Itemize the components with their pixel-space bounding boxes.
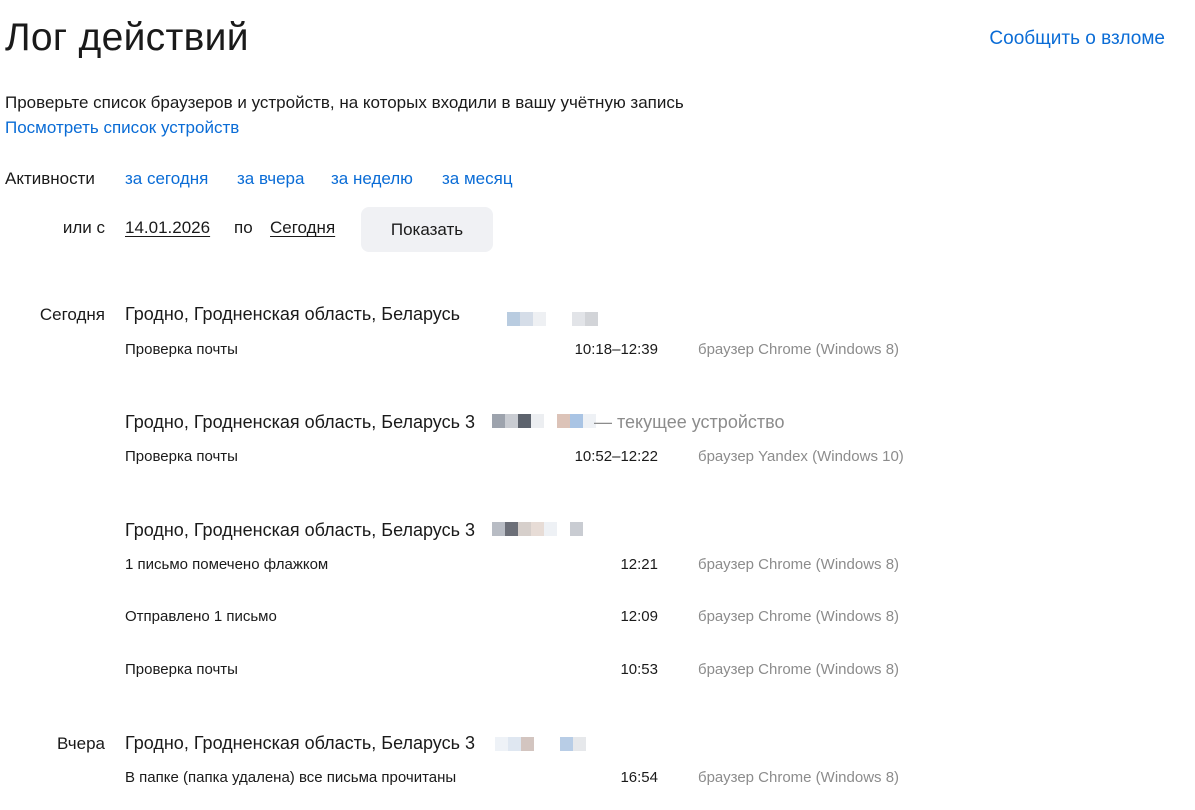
log-group-location: Гродно, Гродненская область, Беларусь 3 [125, 412, 475, 432]
report-hack-link[interactable]: Сообщить о взломе [989, 28, 1165, 50]
log-entry-action: Проверка почты [125, 661, 238, 678]
period-today-link[interactable]: за сегодня [125, 169, 208, 189]
masked-ip [492, 414, 596, 428]
activity-label: Активности [5, 169, 95, 188]
log-entry-browser: браузер Chrome (Windows 8) [698, 608, 900, 625]
log-entry-time: 10:18–12:39 [574, 341, 658, 358]
log-entry-browser: браузер Chrome (Windows 8) [698, 661, 900, 678]
current-device-label: — текущее устройство [594, 412, 785, 432]
log-group-location: Гродно, Гродненская область, Беларусь 3 [125, 520, 475, 540]
date-from-picker[interactable]: 14.01.2026 [125, 218, 210, 238]
log-entry-action: 1 письмо помечено флажком [125, 556, 329, 573]
log-entry-action: Отправлено 1 письмо [125, 608, 277, 625]
log-entry-browser: браузер Chrome (Windows 8) [698, 769, 900, 786]
show-button[interactable]: Показать [361, 207, 493, 252]
date-to-label: по [234, 218, 253, 237]
view-devices-link[interactable]: Посмотреть список устройств [5, 118, 239, 138]
day-label-today: Сегодня [39, 305, 105, 324]
log-entry-time: 16:54 [620, 769, 658, 786]
log-entry-time: 10:53 [620, 661, 658, 678]
masked-ip [492, 522, 583, 536]
masked-ip [495, 737, 586, 751]
log-entry-browser: браузер Yandex (Windows 10) [698, 448, 904, 465]
log-entry-action: Проверка почты [125, 448, 238, 465]
log-group-location: Гродно, Гродненская область, Беларусь [125, 304, 460, 324]
period-week-link[interactable]: за неделю [331, 169, 413, 189]
activity-log-page: Лог действий Сообщить о взломе Проверьте… [0, 0, 1195, 810]
page-title: Лог действий [5, 16, 249, 59]
log-entry-time: 12:09 [620, 608, 658, 625]
log-entry-time: 10:52–12:22 [574, 448, 658, 465]
log-group-location: Гродно, Гродненская область, Беларусь 3 [125, 733, 475, 753]
date-to-picker[interactable]: Сегодня [270, 218, 335, 238]
day-label-yesterday: Вчера [57, 734, 105, 753]
log-entry-action: В папке (папка удалена) все письма прочи… [125, 769, 457, 786]
period-yesterday-link[interactable]: за вчера [237, 169, 304, 189]
log-entry-browser: браузер Chrome (Windows 8) [698, 341, 900, 358]
log-entry-browser: браузер Chrome (Windows 8) [698, 556, 900, 573]
masked-ip [507, 312, 598, 326]
period-month-link[interactable]: за месяц [442, 169, 513, 189]
intro-description: Проверьте список браузеров и устройств, … [5, 93, 684, 112]
or-from-label: или с [62, 218, 105, 237]
log-entry-action: Проверка почты [125, 341, 238, 358]
log-entry-time: 12:21 [620, 556, 658, 573]
